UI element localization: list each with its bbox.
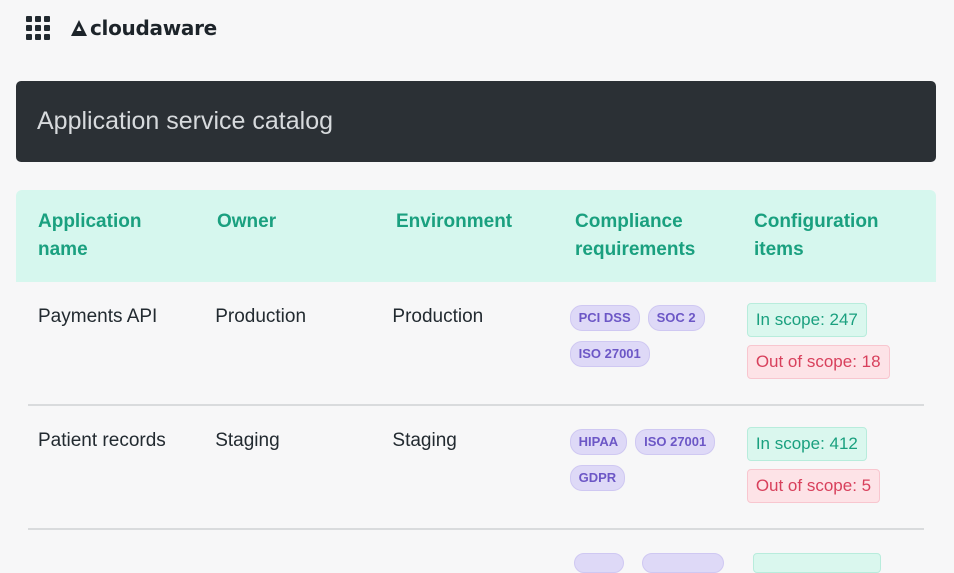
out-of-scope-badge[interactable]: Out of scope: 5 xyxy=(746,469,881,503)
brand-logo[interactable]: cloudaware xyxy=(70,14,217,42)
owner-cell: Staging xyxy=(215,430,280,451)
next-row-partial xyxy=(574,553,934,573)
application-name-cell[interactable]: Payments API xyxy=(38,302,215,404)
compliance-cell: PCI DSS SOC 2 ISO 27001 xyxy=(569,302,747,404)
top-bar: cloudaware xyxy=(0,0,954,56)
environment-cell: Production xyxy=(392,306,484,327)
column-header-environment[interactable]: Environment xyxy=(396,190,575,282)
compliance-cell: HIPAA ISO 27001 GDPR xyxy=(569,426,747,528)
compliance-tag[interactable]: PCI DSS xyxy=(569,305,640,331)
compliance-tag[interactable]: GDPR xyxy=(569,465,626,491)
in-scope-badge-partial xyxy=(753,553,881,573)
table-header: Application name Owner Environment Compli… xyxy=(16,190,936,282)
grid-apps-icon[interactable] xyxy=(26,16,50,40)
compliance-tag-partial xyxy=(642,553,724,573)
catalog-table: Application name Owner Environment Compli… xyxy=(16,190,936,573)
compliance-tag[interactable]: ISO 27001 xyxy=(635,429,716,455)
cloudaware-logo-icon xyxy=(71,20,87,36)
table-row[interactable]: Patient records Staging Staging HIPAA IS… xyxy=(28,406,924,530)
column-header-application-name[interactable]: Application name xyxy=(38,190,217,282)
column-header-owner[interactable]: Owner xyxy=(217,190,396,282)
environment-cell: Staging xyxy=(392,430,457,451)
compliance-tag-partial xyxy=(574,553,624,573)
owner-cell: Production xyxy=(215,306,307,327)
compliance-tag[interactable]: HIPAA xyxy=(569,429,628,455)
compliance-tag[interactable]: SOC 2 xyxy=(647,305,705,331)
in-scope-badge[interactable]: In scope: 247 xyxy=(746,303,867,337)
column-header-configuration-items[interactable]: Configuration items xyxy=(754,190,933,282)
page-banner: Application service catalog xyxy=(16,81,936,162)
brand-name: cloudaware xyxy=(90,16,217,40)
configuration-items-cell: In scope: 247 Out of scope: 18 xyxy=(746,302,924,404)
configuration-items-cell: In scope: 412 Out of scope: 5 xyxy=(746,426,924,528)
out-of-scope-badge[interactable]: Out of scope: 18 xyxy=(746,345,890,379)
page-title: Application service catalog xyxy=(37,107,333,135)
column-header-compliance[interactable]: Compliance requirements xyxy=(575,190,754,282)
in-scope-badge[interactable]: In scope: 412 xyxy=(746,427,867,461)
table-row[interactable]: Payments API Production Production PCI D… xyxy=(28,282,924,406)
application-name-cell[interactable]: Patient records xyxy=(38,426,215,528)
compliance-tag[interactable]: ISO 27001 xyxy=(569,341,650,367)
